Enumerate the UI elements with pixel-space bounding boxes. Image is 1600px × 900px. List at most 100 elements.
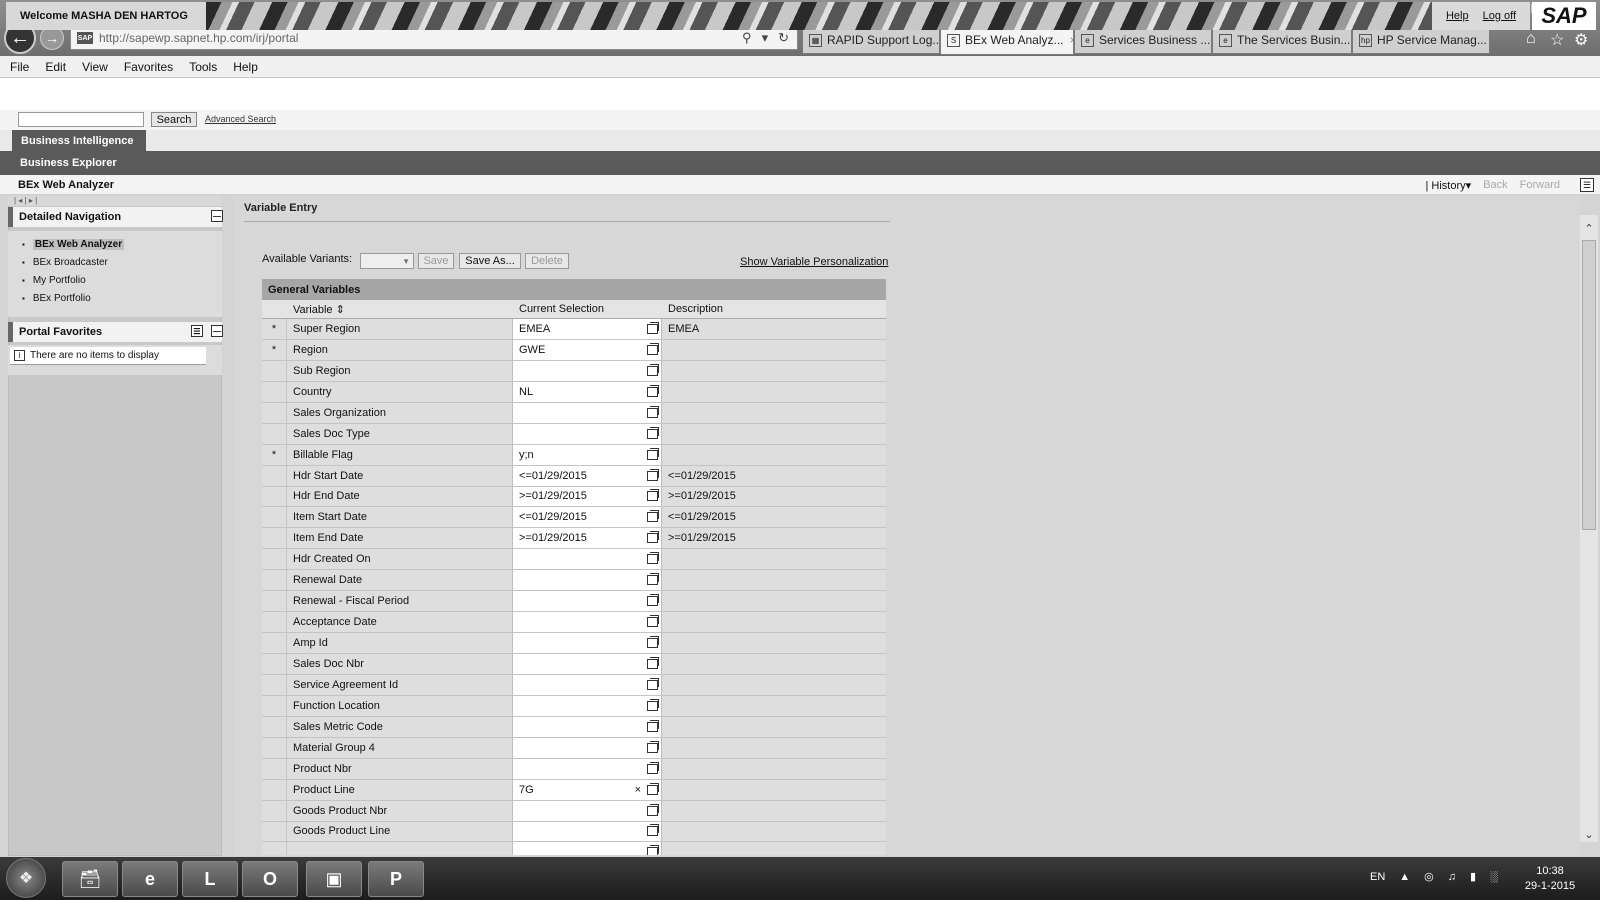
value-help-icon[interactable] [647,489,659,502]
value-help-icon[interactable] [647,321,659,334]
volume-icon[interactable]: ♫ [1448,871,1456,883]
panel-collapse-handle[interactable]: | ◂ | ▸ | [8,196,222,206]
value-help-icon[interactable] [647,531,659,544]
show-variable-personalization-link[interactable]: Show Variable Personalization [740,256,888,268]
tab-business-explorer[interactable]: Business Explorer [0,151,1600,175]
tab-services-business[interactable]: e Services Business ... [1074,26,1212,54]
network-icon[interactable]: ◎ [1424,870,1434,883]
current-selection-input[interactable] [512,758,662,779]
current-selection-input[interactable] [512,570,662,591]
powerpoint-icon[interactable]: P [368,861,424,897]
value-help-icon[interactable] [647,552,659,565]
value-help-icon[interactable] [647,573,659,586]
menu-file[interactable]: File [10,60,29,74]
advanced-search-link[interactable]: Advanced Search [205,114,276,124]
value-help-icon[interactable] [647,761,659,774]
file-explorer-icon[interactable]: 🗃 [62,861,118,897]
help-link[interactable]: Help [1446,10,1469,22]
current-selection-input[interactable]: <=01/29/2015 [512,507,662,528]
value-help-icon[interactable] [647,468,659,481]
minimize-panel-icon[interactable]: — [211,210,223,222]
language-indicator[interactable]: EN [1370,871,1385,883]
current-selection-input[interactable]: y;n [512,444,662,465]
save-button[interactable]: Save [418,253,454,269]
remote-desktop-icon[interactable]: ▣ [306,861,362,897]
favorites-menu-icon[interactable]: ☰ [191,325,203,337]
current-selection-input[interactable]: NL [512,381,662,402]
value-help-icon[interactable] [647,342,659,355]
value-help-icon[interactable] [647,698,659,711]
delete-button[interactable]: Delete [525,253,569,269]
value-help-icon[interactable] [647,405,659,418]
start-button[interactable]: ❖ [6,858,46,898]
current-selection-input[interactable] [512,654,662,674]
value-help-icon[interactable] [647,656,659,669]
value-help-icon[interactable] [647,824,659,837]
value-help-icon[interactable] [647,594,659,607]
logoff-link[interactable]: Log off [1483,10,1516,22]
page-menu-icon[interactable]: ☰ [1580,178,1594,192]
save-as-button[interactable]: Save As... [459,253,521,269]
current-selection-input[interactable] [512,591,662,612]
menu-tools[interactable]: Tools [189,60,217,74]
current-selection-input[interactable]: <=01/29/2015 [512,465,662,486]
current-selection-input[interactable] [512,674,662,695]
search-input[interactable] [18,112,144,127]
menu-edit[interactable]: Edit [45,60,66,74]
history-menu[interactable]: | History▾ [1426,179,1472,192]
back-link[interactable]: Back [1483,179,1507,192]
scroll-up-icon[interactable]: ⌃ [1580,220,1598,236]
refresh-icon[interactable]: ↻ [778,30,789,46]
current-selection-input[interactable] [512,842,662,855]
current-selection-input[interactable] [512,716,662,737]
value-help-icon[interactable] [647,615,659,628]
favorites-star-icon[interactable]: ☆ [1550,30,1564,50]
current-selection-input[interactable]: >=01/29/2015 [512,486,662,507]
current-selection-input[interactable] [512,800,662,821]
value-help-icon[interactable] [647,510,659,523]
search-button[interactable]: Search [151,112,197,127]
internet-explorer-icon[interactable]: e [122,861,178,897]
value-help-icon[interactable] [647,384,659,397]
tab-hp-service-manager[interactable]: hp HP Service Manag... [1352,26,1490,54]
value-help-icon[interactable] [647,636,659,649]
gear-icon[interactable]: ⚙ [1574,30,1588,50]
nav-item-bex-broadcaster[interactable]: BEx Broadcaster [22,253,222,271]
current-selection-input[interactable] [512,360,662,381]
value-help-icon[interactable] [647,677,659,690]
current-selection-input[interactable]: EMEA [512,319,662,339]
menu-view[interactable]: View [82,60,108,74]
sort-icon[interactable]: ⇕ [336,304,345,316]
show-hidden-icons[interactable]: ▲ [1399,871,1410,883]
value-help-icon[interactable] [647,803,659,816]
current-selection-input[interactable] [512,612,662,633]
forward-link[interactable]: Forward [1520,179,1560,192]
scrollbar-thumb[interactable] [1582,240,1596,530]
nav-item-bex-portfolio[interactable]: BEx Portfolio [22,289,222,307]
variants-select[interactable]: ▼ [360,253,414,269]
nav-item-bex-web-analyzer[interactable]: BEx Web Analyzer [22,235,222,253]
current-selection-input[interactable] [512,549,662,570]
column-variable[interactable]: Variable ⇕ [293,303,345,316]
value-help-icon[interactable] [647,363,659,376]
value-help-icon[interactable] [647,845,659,855]
power-icon[interactable]: ▮ [1470,870,1476,883]
current-selection-input[interactable] [512,402,662,423]
current-selection-input[interactable]: GWE [512,339,662,360]
minimize-panel-icon[interactable]: — [211,325,223,337]
search-icon[interactable]: ⚲ [742,30,752,46]
clock[interactable]: 10:38 29-1-2015 [1520,864,1580,894]
current-selection-input[interactable]: >=01/29/2015 [512,528,662,549]
value-help-icon[interactable] [647,740,659,753]
value-help-icon[interactable] [647,719,659,732]
menu-favorites[interactable]: Favorites [124,60,173,74]
value-help-icon[interactable] [647,426,659,439]
signal-icon[interactable]: ░ [1490,871,1498,883]
current-selection-input[interactable] [512,821,662,842]
current-selection-input[interactable] [512,633,662,653]
outlook-icon[interactable]: O [242,861,298,897]
value-help-icon[interactable] [647,782,659,795]
menu-help[interactable]: Help [233,60,258,74]
tab-services-busin[interactable]: e The Services Busin... [1212,26,1352,54]
nav-item-my-portfolio[interactable]: My Portfolio [22,271,222,289]
